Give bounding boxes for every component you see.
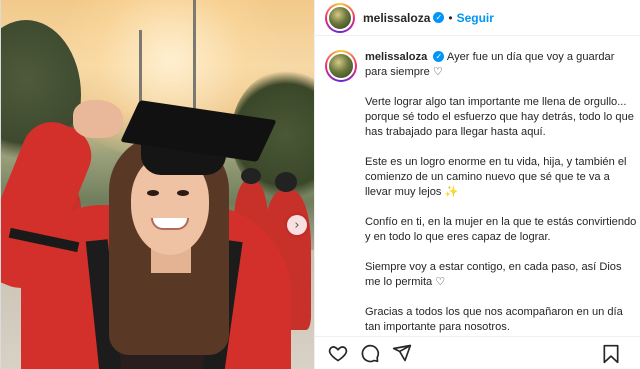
eye bbox=[147, 190, 159, 196]
share-button[interactable] bbox=[391, 342, 413, 364]
caption-paragraph-1: melissaloza ✓ Ayer fue un día que voy a … bbox=[365, 50, 637, 80]
instagram-post: › melissaloza ✓ • Seguir melissaloza ✓ A… bbox=[0, 0, 640, 369]
follow-button[interactable]: Seguir bbox=[457, 11, 494, 25]
eye bbox=[177, 190, 189, 196]
smile bbox=[151, 218, 189, 230]
action-bar bbox=[315, 336, 640, 369]
save-button[interactable] bbox=[600, 343, 622, 365]
verified-badge-icon: ✓ bbox=[433, 12, 445, 23]
chevron-right-icon: › bbox=[294, 217, 300, 233]
separator-dot: • bbox=[448, 10, 453, 25]
post-side-panel: melissaloza ✓ • Seguir melissaloza ✓ Aye… bbox=[314, 0, 640, 369]
caption-text: melissaloza ✓ Ayer fue un día que voy a … bbox=[365, 50, 637, 335]
heart-icon bbox=[328, 346, 348, 362]
header-username[interactable]: melissaloza bbox=[363, 11, 430, 25]
avatar[interactable] bbox=[325, 2, 355, 33]
caption-row: melissaloza ✓ Ayer fue un día que voy a … bbox=[325, 50, 639, 335]
background-graduate-head bbox=[275, 172, 297, 192]
caption-paragraph-3: Este es un logro enorme en tu vida, hija… bbox=[365, 156, 627, 198]
bookmark-icon bbox=[603, 344, 619, 364]
comment-button[interactable] bbox=[359, 342, 381, 364]
avatar-image bbox=[327, 4, 353, 31]
caption-avatar[interactable] bbox=[325, 50, 357, 82]
comment-icon bbox=[361, 344, 380, 363]
caption-paragraph-4: Confío en ti, en la mujer en la que te e… bbox=[365, 216, 637, 243]
caption-paragraph-2: Verte lograr algo tan importante me llen… bbox=[365, 96, 634, 138]
carousel-next-button[interactable]: › bbox=[287, 215, 307, 235]
caption-paragraph-6: Gracias a todos los que nos acompañaron … bbox=[365, 306, 623, 333]
caption: melissaloza ✓ Ayer fue un día que voy a … bbox=[325, 50, 639, 335]
verified-badge-icon: ✓ bbox=[433, 51, 445, 62]
hand bbox=[73, 100, 123, 138]
caption-paragraph-5: Siempre voy a estar contigo, en cada pas… bbox=[365, 261, 622, 288]
avatar-image bbox=[327, 52, 355, 80]
post-photo[interactable]: › bbox=[1, 0, 314, 369]
post-header: melissaloza ✓ • Seguir bbox=[315, 0, 640, 36]
like-button[interactable] bbox=[327, 342, 349, 364]
caption-username[interactable]: melissaloza bbox=[365, 51, 427, 63]
background-graduate-head bbox=[241, 168, 261, 184]
share-icon bbox=[392, 344, 412, 362]
